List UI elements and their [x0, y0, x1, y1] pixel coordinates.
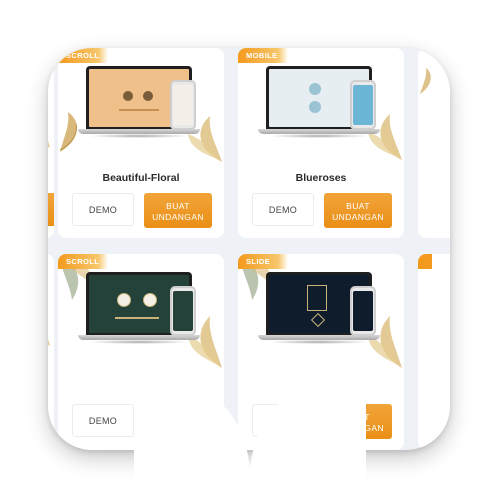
phone-preview — [350, 286, 376, 336]
undangan-label: UNDANGAN — [152, 212, 204, 222]
laptop-preview[interactable] — [78, 66, 200, 138]
buat-undangan-button[interactable] — [144, 404, 212, 439]
phone-preview — [170, 80, 196, 130]
demo-button[interactable]: DEMO — [72, 193, 134, 226]
template-card-partial — [48, 254, 54, 450]
undangan-label: UNDANGAN — [332, 212, 384, 222]
template-card-green: SCROLL DEMO — [58, 254, 224, 450]
type-badge: SLIDE — [238, 254, 288, 269]
buat-undangan-button-partial[interactable] — [48, 193, 54, 226]
buat-label: BUAT — [346, 412, 370, 422]
buat-label: BUAT — [346, 201, 370, 211]
template-card-beautiful-floral: SCROLL Beautiful-Floral DEMO BUAT UNDANG… — [58, 48, 224, 238]
buat-undangan-button[interactable]: BUAT UNDANGAN — [324, 193, 392, 228]
buat-undangan-button[interactable]: BUAT UNDANGAN — [144, 193, 212, 228]
phone-preview — [350, 80, 376, 130]
template-grid: SCROLL Beautiful-Floral DEMO BUAT UNDANG… — [48, 48, 450, 450]
laptop-preview[interactable] — [258, 66, 380, 138]
demo-button[interactable]: DEMO — [252, 193, 314, 226]
template-card-partial — [418, 48, 450, 238]
demo-button[interactable] — [252, 404, 314, 437]
template-title: Beautiful-Floral — [102, 172, 180, 184]
demo-button[interactable]: DEMO — [72, 404, 134, 437]
laptop-preview[interactable] — [258, 272, 380, 344]
template-card-blueroses: MOBILE Blueroses DEMO BUAT UNDANGAN — [238, 48, 404, 238]
undangan-label: UNDANGAN — [332, 423, 384, 433]
type-badge: SCROLL — [58, 254, 108, 269]
leaf-decoration-icon — [420, 68, 431, 94]
app-icon-frame: SCROLL Beautiful-Floral DEMO BUAT UNDANG… — [48, 48, 450, 450]
laptop-preview[interactable] — [78, 272, 200, 344]
buat-label: BUAT — [166, 201, 190, 211]
template-title: Blueroses — [295, 172, 347, 184]
type-badge: SCROLL — [58, 48, 108, 63]
phone-preview — [170, 286, 196, 336]
leaf-decoration-icon — [48, 140, 50, 148]
type-badge: MOBILE — [238, 48, 288, 63]
template-card-navy: SLIDE BUAT UNDANGAN — [238, 254, 404, 450]
type-badge-partial — [418, 254, 432, 269]
template-card-partial — [48, 48, 54, 238]
template-card-partial — [418, 254, 450, 450]
buat-undangan-button[interactable]: BUAT UNDANGAN — [324, 404, 392, 439]
leaf-decoration-icon — [48, 338, 50, 346]
